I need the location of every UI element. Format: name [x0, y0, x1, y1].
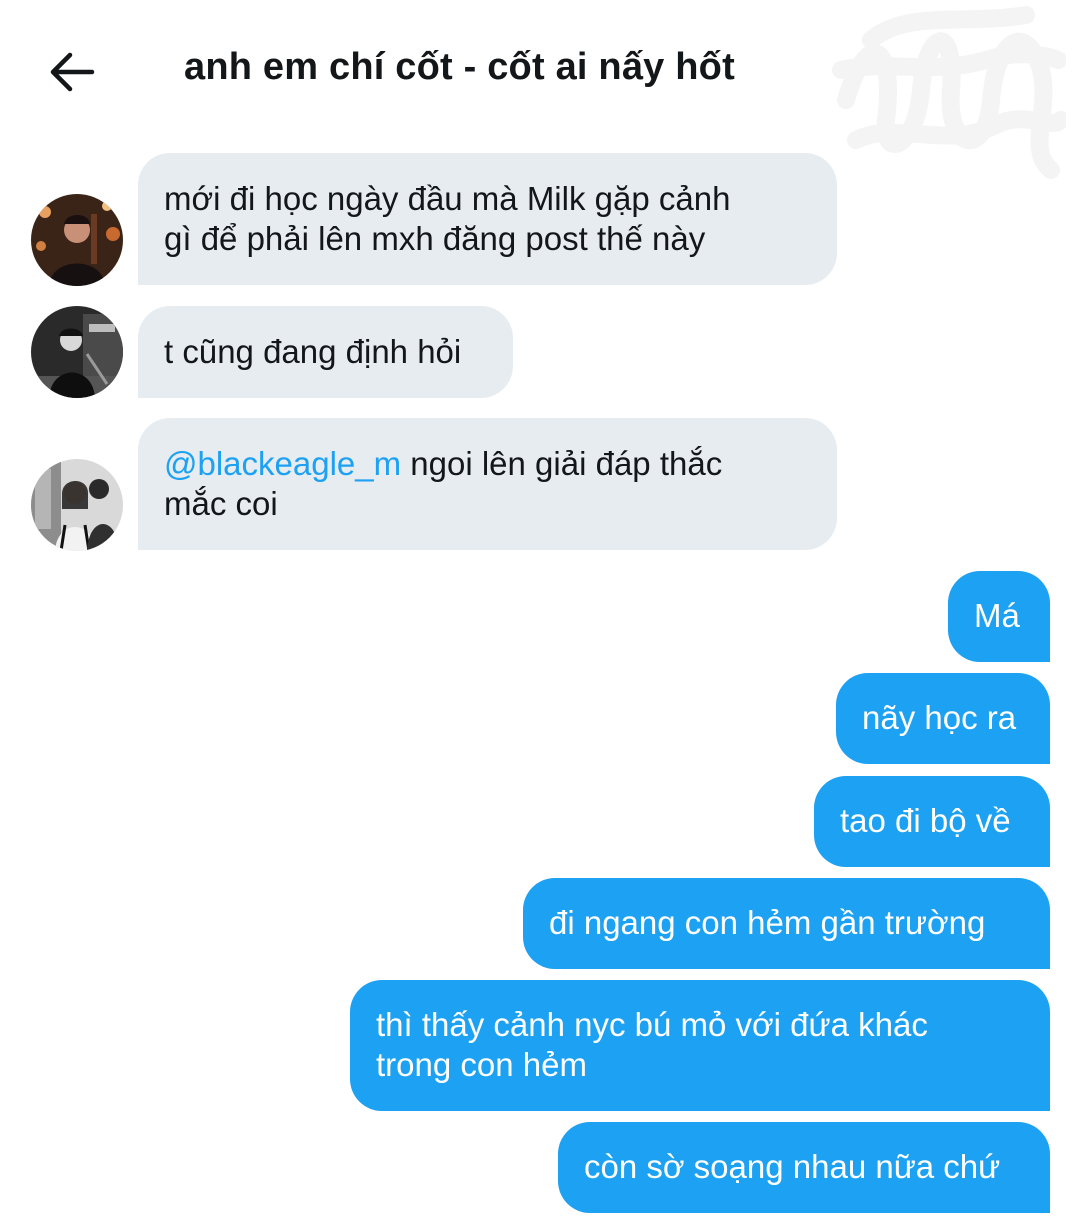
avatar-photo-warm: [31, 194, 123, 286]
message-text-line: t cũng đang định hỏi: [164, 333, 462, 370]
avatar-photo-two-people: [31, 459, 123, 551]
arrow-left-icon: [50, 52, 95, 92]
outgoing-message-bubble[interactable]: đi ngang con hẻm gần trường: [523, 878, 1050, 969]
scribble-redaction: [832, 6, 1066, 179]
message-text-line: thì thấy cảnh nyc bú mỏ với đứa khác: [376, 1006, 928, 1043]
incoming-message-bubble[interactable]: @blackeagle_m ngoi lên giải đáp thắc mắc…: [138, 418, 837, 550]
outgoing-message-bubble[interactable]: còn sờ soạng nhau nữa chứ: [558, 1122, 1050, 1213]
message-text-line: @blackeagle_m ngoi lên giải đáp thắc: [164, 444, 811, 484]
message-text-line: nãy học ra: [862, 699, 1017, 736]
avatar[interactable]: [31, 306, 123, 398]
avatar[interactable]: [31, 459, 123, 551]
message-text-line: trong con hẻm: [376, 1046, 587, 1083]
outgoing-message-bubble[interactable]: nãy học ra: [836, 673, 1050, 764]
message-text-line: tao đi bộ về: [840, 802, 1011, 839]
message-text-line: còn sờ soạng nhau nữa chứ: [584, 1148, 1001, 1185]
outgoing-message-bubble[interactable]: thì thấy cảnh nyc bú mỏ với đứa khác tro…: [350, 980, 1050, 1111]
incoming-message-bubble[interactable]: mới đi học ngày đầu mà Milk gặp cảnh gì …: [138, 153, 837, 285]
incoming-message-bubble[interactable]: t cũng đang định hỏi: [138, 306, 513, 398]
outgoing-message-bubble[interactable]: tao đi bộ về: [814, 776, 1050, 867]
outgoing-message-bubble[interactable]: Má: [948, 571, 1050, 662]
conversation-title: anh em chí cốt - cốt ai nấy hốt: [184, 46, 735, 88]
back-button[interactable]: [44, 46, 100, 98]
chat-header: anh em chí cốt - cốt ai nấy hốt: [0, 0, 1080, 179]
message-text-line: gì để phải lên mxh đăng post thế này: [164, 220, 706, 257]
message-text-line: mới đi học ngày đầu mà Milk gặp cảnh: [164, 180, 731, 217]
message-text-line: Má: [974, 597, 1020, 634]
user-mention-link[interactable]: @blackeagle_m: [164, 445, 401, 482]
avatar-photo-monochrome: [31, 306, 123, 398]
avatar[interactable]: [31, 194, 123, 286]
message-text-line: đi ngang con hẻm gần trường: [549, 904, 986, 941]
message-text-line: mắc coi: [164, 485, 278, 522]
message-text: ngoi lên giải đáp thắc: [401, 445, 723, 482]
